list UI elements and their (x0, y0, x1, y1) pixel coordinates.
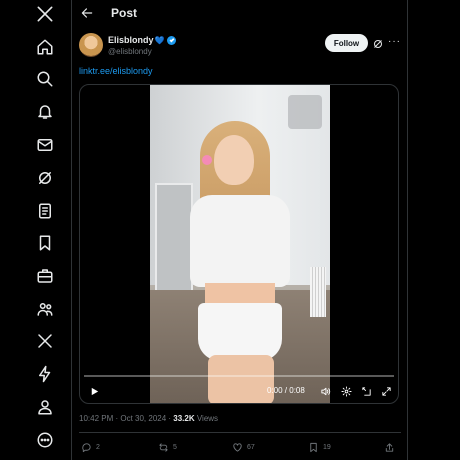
post-column: Post Elisblondy 💙 @elisblondy Follow ···… (72, 0, 408, 460)
heart-icon (233, 443, 242, 452)
share-button[interactable] (384, 442, 395, 453)
communities-icon[interactable] (34, 298, 56, 320)
share-icon (385, 443, 394, 452)
grok-icon[interactable] (34, 167, 56, 189)
post-header: Post (72, 0, 408, 28)
play-icon[interactable] (88, 385, 100, 397)
more-circle-icon[interactable] (34, 429, 56, 451)
author-name[interactable]: Elisblondy (108, 35, 154, 45)
like-button[interactable]: 67 (232, 442, 255, 453)
bookmark-button[interactable]: 19 (308, 442, 331, 453)
bookmark-count: 19 (323, 444, 331, 451)
verified-badge-icon (167, 35, 177, 45)
video-person-shorts (198, 303, 282, 361)
like-count: 67 (247, 444, 255, 451)
repost-icon (159, 443, 168, 452)
video-progress-bar[interactable] (84, 375, 394, 377)
briefcase-icon[interactable] (34, 265, 56, 287)
video-player[interactable]: 0:00 / 0:08 (79, 84, 399, 404)
more-options-icon[interactable]: ··· (388, 36, 401, 47)
views-label: Views (194, 414, 219, 423)
bookmark-action-icon (310, 442, 317, 453)
grok-explain-icon[interactable] (372, 37, 384, 49)
reply-icon (82, 443, 91, 453)
settings-gear-icon[interactable] (340, 385, 352, 397)
tweet-timestamp[interactable]: 10:42 PM · Oct 30, 2024 · (79, 414, 173, 423)
video-person-midriff (205, 283, 275, 305)
video-person-face (214, 135, 254, 185)
picture-in-picture-icon[interactable] (360, 385, 372, 397)
video-flower (202, 155, 212, 165)
search-icon[interactable] (34, 68, 56, 90)
reply-button[interactable]: 2 (81, 442, 100, 453)
video-person-top (190, 195, 290, 287)
video-frame[interactable] (150, 85, 330, 403)
x-logo-icon[interactable] (34, 3, 56, 25)
repost-button[interactable]: 5 (158, 442, 177, 453)
page-title: Post (111, 6, 138, 20)
video-radiator (310, 267, 326, 317)
lightning-icon[interactable] (34, 363, 56, 385)
views-count: 33.2K (173, 414, 195, 423)
tweet-link[interactable]: linktr.ee/elisblondy (79, 66, 153, 76)
sidebar-nav (0, 0, 72, 460)
divider (79, 432, 401, 433)
back-arrow-icon[interactable] (80, 6, 96, 22)
author-block: Elisblondy 💙 @elisblondy (108, 35, 177, 56)
reply-count: 2 (96, 444, 100, 451)
author-name-row[interactable]: Elisblondy 💙 (108, 35, 177, 45)
home-icon[interactable] (34, 36, 56, 58)
volume-icon[interactable] (319, 385, 331, 397)
follow-button[interactable]: Follow (325, 34, 368, 52)
bookmark-icon[interactable] (34, 232, 56, 254)
tweet-meta: 10:42 PM · Oct 30, 2024 · 33.2K Views (79, 414, 218, 423)
fullscreen-icon[interactable] (380, 385, 392, 397)
video-time: 0:00 / 0:08 (267, 386, 305, 395)
blue-heart-icon: 💙 (154, 35, 165, 45)
bell-icon[interactable] (34, 101, 56, 123)
author-handle[interactable]: @elisblondy (108, 47, 176, 56)
video-door (155, 183, 193, 303)
list-icon[interactable] (34, 200, 56, 222)
video-controls: 0:00 / 0:08 (80, 373, 398, 403)
repost-count: 5 (173, 444, 177, 451)
mail-icon[interactable] (34, 134, 56, 156)
avatar[interactable] (79, 33, 103, 57)
video-lamp (288, 95, 322, 129)
x-premium-icon[interactable] (34, 330, 56, 352)
profile-icon[interactable] (34, 396, 56, 418)
